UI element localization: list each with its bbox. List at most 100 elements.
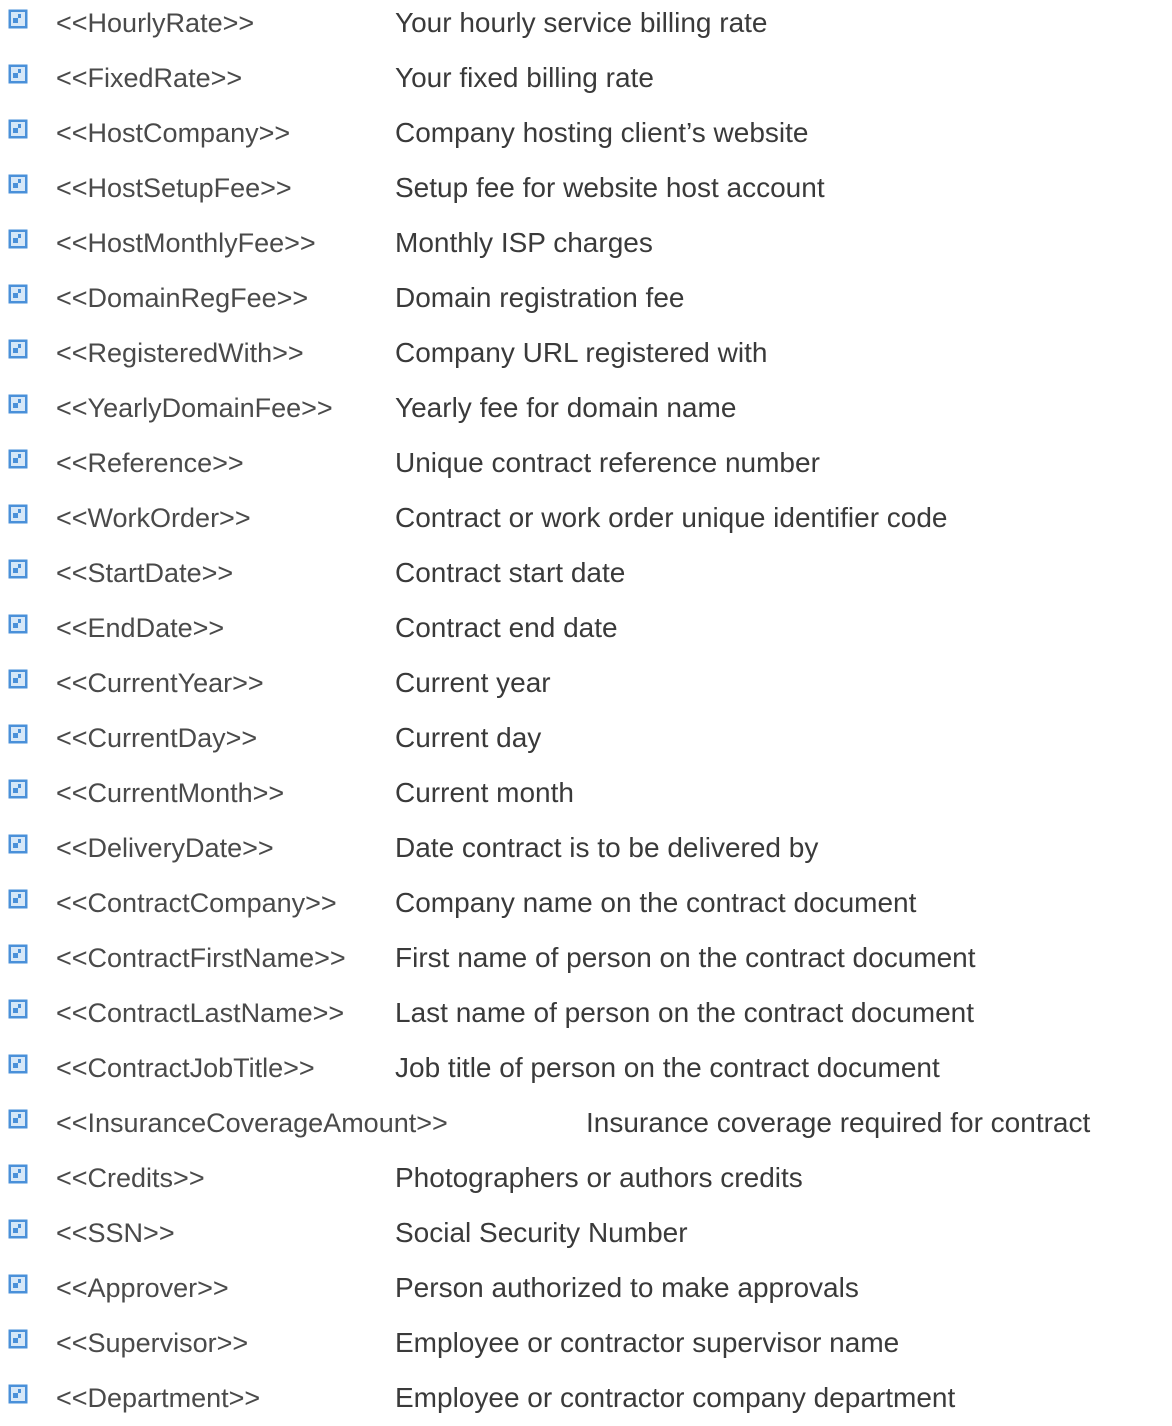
field-description: Domain registration fee [395, 282, 685, 313]
document-bullet-icon [8, 504, 28, 524]
field-description: Company name on the contract document [395, 887, 917, 918]
document-bullet-icon [8, 449, 28, 469]
document-bullet-icon [8, 394, 28, 414]
field-name: <<Reference>> [56, 448, 244, 478]
field-description: Current year [395, 667, 551, 698]
document-bullet-icon [8, 999, 28, 1019]
list-item: <<CurrentMonth>> Current month [0, 766, 1172, 821]
list-item: <<ContractCompany>> Company name on the … [0, 876, 1172, 931]
field-description: Your hourly service billing rate [395, 7, 768, 38]
field-name: <<WorkOrder>> [56, 503, 251, 533]
field-name: <<YearlyDomainFee>> [56, 393, 333, 423]
list-item: <<HostSetupFee>> Setup fee for website h… [0, 161, 1172, 216]
document-bullet-icon [8, 724, 28, 744]
field-description: Job title of person on the contract docu… [395, 1052, 940, 1083]
field-description: Employee or contractor supervisor name [395, 1327, 900, 1358]
field-description: Insurance coverage required for contract [586, 1107, 1091, 1138]
list-item: <<ContractFirstName>> First name of pers… [0, 931, 1172, 986]
document-bullet-icon [8, 1109, 28, 1129]
field-name: <<HostCompany>> [56, 118, 291, 148]
field-name: <<ContractJobTitle>> [56, 1053, 315, 1083]
field-description: Date contract is to be delivered by [395, 832, 819, 863]
field-name: <<ContractCompany>> [56, 888, 337, 918]
list-item: <<HostMonthlyFee>> Monthly ISP charges [0, 216, 1172, 271]
list-item: <<ContractJobTitle>> Job title of person… [0, 1041, 1172, 1096]
document-bullet-icon [8, 119, 28, 139]
field-description: Social Security Number [395, 1217, 688, 1248]
field-name: <<Department>> [56, 1383, 261, 1413]
field-description: Unique contract reference number [395, 447, 820, 478]
field-description: Employee or contractor company departmen… [395, 1382, 956, 1413]
field-description: Company URL registered with [395, 337, 768, 368]
list-item: <<StartDate>> Contract start date [0, 546, 1172, 601]
list-item: <<InsuranceCoverageAmount>> Insurance co… [0, 1096, 1172, 1151]
list-item: <<Approver>> Person authorized to make a… [0, 1261, 1172, 1316]
field-description: Current month [395, 777, 574, 808]
field-name: <<HostSetupFee>> [56, 173, 292, 203]
document-bullet-icon [8, 284, 28, 304]
document-bullet-icon [8, 9, 28, 29]
document-bullet-icon [8, 1274, 28, 1294]
document-bullet-icon [8, 174, 28, 194]
field-name: <<ContractFirstName>> [56, 943, 346, 973]
list-item: <<ContractLastName>> Last name of person… [0, 986, 1172, 1041]
list-item: <<DomainRegFee>> Domain registration fee [0, 271, 1172, 326]
field-description: Photographers or authors credits [395, 1162, 803, 1193]
list-item: <<Supervisor>> Employee or contractor su… [0, 1316, 1172, 1371]
document-bullet-icon [8, 1219, 28, 1239]
document-bullet-icon [8, 834, 28, 854]
field-name: <<Approver>> [56, 1273, 229, 1303]
field-name: <<Credits>> [56, 1163, 205, 1193]
list-item: <<EndDate>> Contract end date [0, 601, 1172, 656]
field-description: Contract or work order unique identifier… [395, 502, 948, 533]
list-item: <<CurrentDay>> Current day [0, 711, 1172, 766]
field-name: <<FixedRate>> [56, 63, 243, 93]
list-item: <<HostCompany>> Company hosting client’s… [0, 106, 1172, 161]
document-bullet-icon [8, 1054, 28, 1074]
field-description: Contract start date [395, 557, 626, 588]
field-name: <<HostMonthlyFee>> [56, 228, 316, 258]
document-bullet-icon [8, 1384, 28, 1404]
field-description: First name of person on the contract doc… [395, 942, 976, 973]
field-name: <<StartDate>> [56, 558, 234, 588]
document-bullet-icon [8, 1329, 28, 1349]
list-item: <<DeliveryDate>> Date contract is to be … [0, 821, 1172, 876]
list-item: <<Reference>> Unique contract reference … [0, 436, 1172, 491]
list-item: <<RegisteredWith>> Company URL registere… [0, 326, 1172, 381]
document-bullet-icon [8, 339, 28, 359]
document-bullet-icon [8, 559, 28, 579]
field-description: Last name of person on the contract docu… [395, 997, 975, 1028]
document-bullet-icon [8, 614, 28, 634]
field-name: <<DeliveryDate>> [56, 833, 274, 863]
field-description: Current day [395, 722, 542, 753]
field-description: Company hosting client’s website [395, 117, 809, 148]
list-item: <<Credits>> Photographers or authors cre… [0, 1151, 1172, 1206]
field-description: Contract end date [395, 612, 618, 643]
list-item: <<Department>> Employee or contractor co… [0, 1371, 1172, 1426]
document-bullet-icon [8, 779, 28, 799]
field-name: <<HourlyRate>> [56, 8, 255, 38]
list-item: <<YearlyDomainFee>> Yearly fee for domai… [0, 381, 1172, 436]
field-name: <<SSN>> [56, 1218, 175, 1248]
document-bullet-icon [8, 1164, 28, 1184]
field-name: <<DomainRegFee>> [56, 283, 309, 313]
list-item: <<HourlyRate>> Your hourly service billi… [0, 0, 1172, 51]
field-description: Your fixed billing rate [395, 62, 654, 93]
field-name: <<Supervisor>> [56, 1328, 249, 1358]
field-name: <<CurrentMonth>> [56, 778, 285, 808]
field-description: Monthly ISP charges [395, 227, 653, 258]
document-bullet-icon [8, 229, 28, 249]
field-name: <<CurrentYear>> [56, 668, 264, 698]
field-name: <<InsuranceCoverageAmount>> [56, 1108, 448, 1138]
document-bullet-icon [8, 669, 28, 689]
field-name: <<EndDate>> [56, 613, 225, 643]
document-bullet-icon [8, 64, 28, 84]
list-item: <<CurrentYear>> Current year [0, 656, 1172, 711]
list-item: <<FixedRate>> Your fixed billing rate [0, 51, 1172, 106]
list-item: <<SSN>> Social Security Number [0, 1206, 1172, 1261]
field-description: Setup fee for website host account [395, 172, 825, 203]
field-name: <<ContractLastName>> [56, 998, 345, 1028]
field-description: Person authorized to make approvals [395, 1272, 859, 1303]
list-item: <<WorkOrder>> Contract or work order uni… [0, 491, 1172, 546]
document-bullet-icon [8, 944, 28, 964]
